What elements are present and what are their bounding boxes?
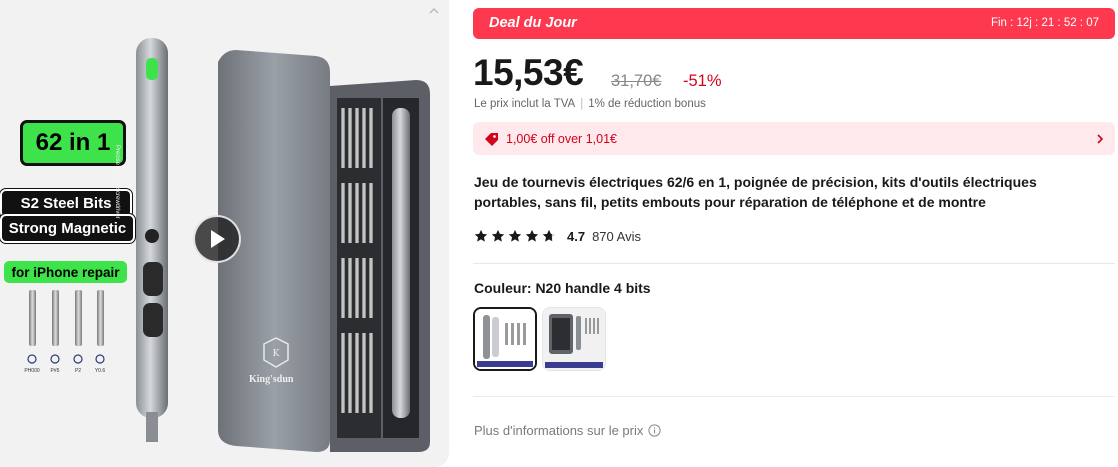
coupon-text: 1,00€ off over 1,01€ xyxy=(506,132,617,146)
price-info-label: Plus d'informations sur le prix xyxy=(474,423,644,438)
divider xyxy=(473,396,1115,397)
color-label: Couleur: N20 handle 4 bits xyxy=(474,280,651,296)
product-title: Jeu de tournevis électriques 62/6 en 1, … xyxy=(474,174,1037,210)
current-price: 15,53€ xyxy=(473,52,584,93)
review-count-link[interactable]: 870 Avis xyxy=(592,229,641,244)
swatch-thumbnail xyxy=(543,308,605,370)
chevron-up-icon[interactable] xyxy=(427,4,441,18)
star-partial-icon xyxy=(542,229,556,242)
play-icon xyxy=(211,230,225,248)
iphone-repair-tag: for iPhone repair xyxy=(4,261,127,283)
price-info-link[interactable]: Plus d'informations sur le prix xyxy=(474,423,661,438)
magnetic-label: Strong Magnetic xyxy=(8,220,127,237)
deal-banner: Deal du Jour Fin : 12j : 21 : 52 : 07 xyxy=(473,8,1115,39)
bonus-note: 1% de réduction bonus xyxy=(588,98,706,110)
rating-row[interactable]: 4.7 870 Avis xyxy=(474,227,641,245)
bit-label: P#5 xyxy=(50,368,60,374)
pen-engraving: Precise Electric screwdriver xyxy=(114,145,120,219)
bit-label: Y0.6 xyxy=(94,368,106,374)
deal-title: Deal du Jour xyxy=(489,15,577,31)
chevron-right-icon xyxy=(1097,134,1104,144)
steel-bits-label: S2 Steel Bits xyxy=(20,195,112,212)
bit-label: PH000 xyxy=(24,368,40,374)
count-badge: 62 in 1 xyxy=(20,120,126,166)
deal-countdown: Fin : 12j : 21 : 52 : 07 xyxy=(990,17,1099,29)
price-notes: Le prix inclut la TVA | 1% de réduction bo… xyxy=(474,98,706,110)
star-full-icon xyxy=(474,229,488,242)
case-brand-label: King'sdun xyxy=(249,374,294,385)
rating-score: 4.7 xyxy=(567,228,586,244)
svg-text:K: K xyxy=(273,349,280,359)
color-option[interactable] xyxy=(542,307,606,371)
product-image-gallery[interactable]: K King'sdun 62 in 1 S2 Steel Bits Strong… xyxy=(0,0,449,467)
original-price: 31,70€ xyxy=(611,72,662,90)
tax-note: Le prix inclut la TVA xyxy=(474,98,576,110)
play-video-button[interactable] xyxy=(193,215,241,263)
divider xyxy=(473,263,1115,264)
star-full-icon xyxy=(525,229,539,242)
color-option-selected[interactable] xyxy=(473,307,537,371)
star-full-icon xyxy=(491,229,505,242)
iphone-repair-label: for iPhone repair xyxy=(11,264,120,280)
info-icon xyxy=(648,424,661,437)
coupon-banner[interactable]: 1,00€ off over 1,01€ xyxy=(473,122,1115,155)
bit-label: P2 xyxy=(74,368,82,374)
discount-percent: -51% xyxy=(683,72,722,90)
count-badge-label: 62 in 1 xyxy=(35,129,111,156)
swatch-thumbnail xyxy=(475,309,535,369)
coupon-tag-icon xyxy=(485,133,498,146)
star-full-icon xyxy=(508,229,522,242)
